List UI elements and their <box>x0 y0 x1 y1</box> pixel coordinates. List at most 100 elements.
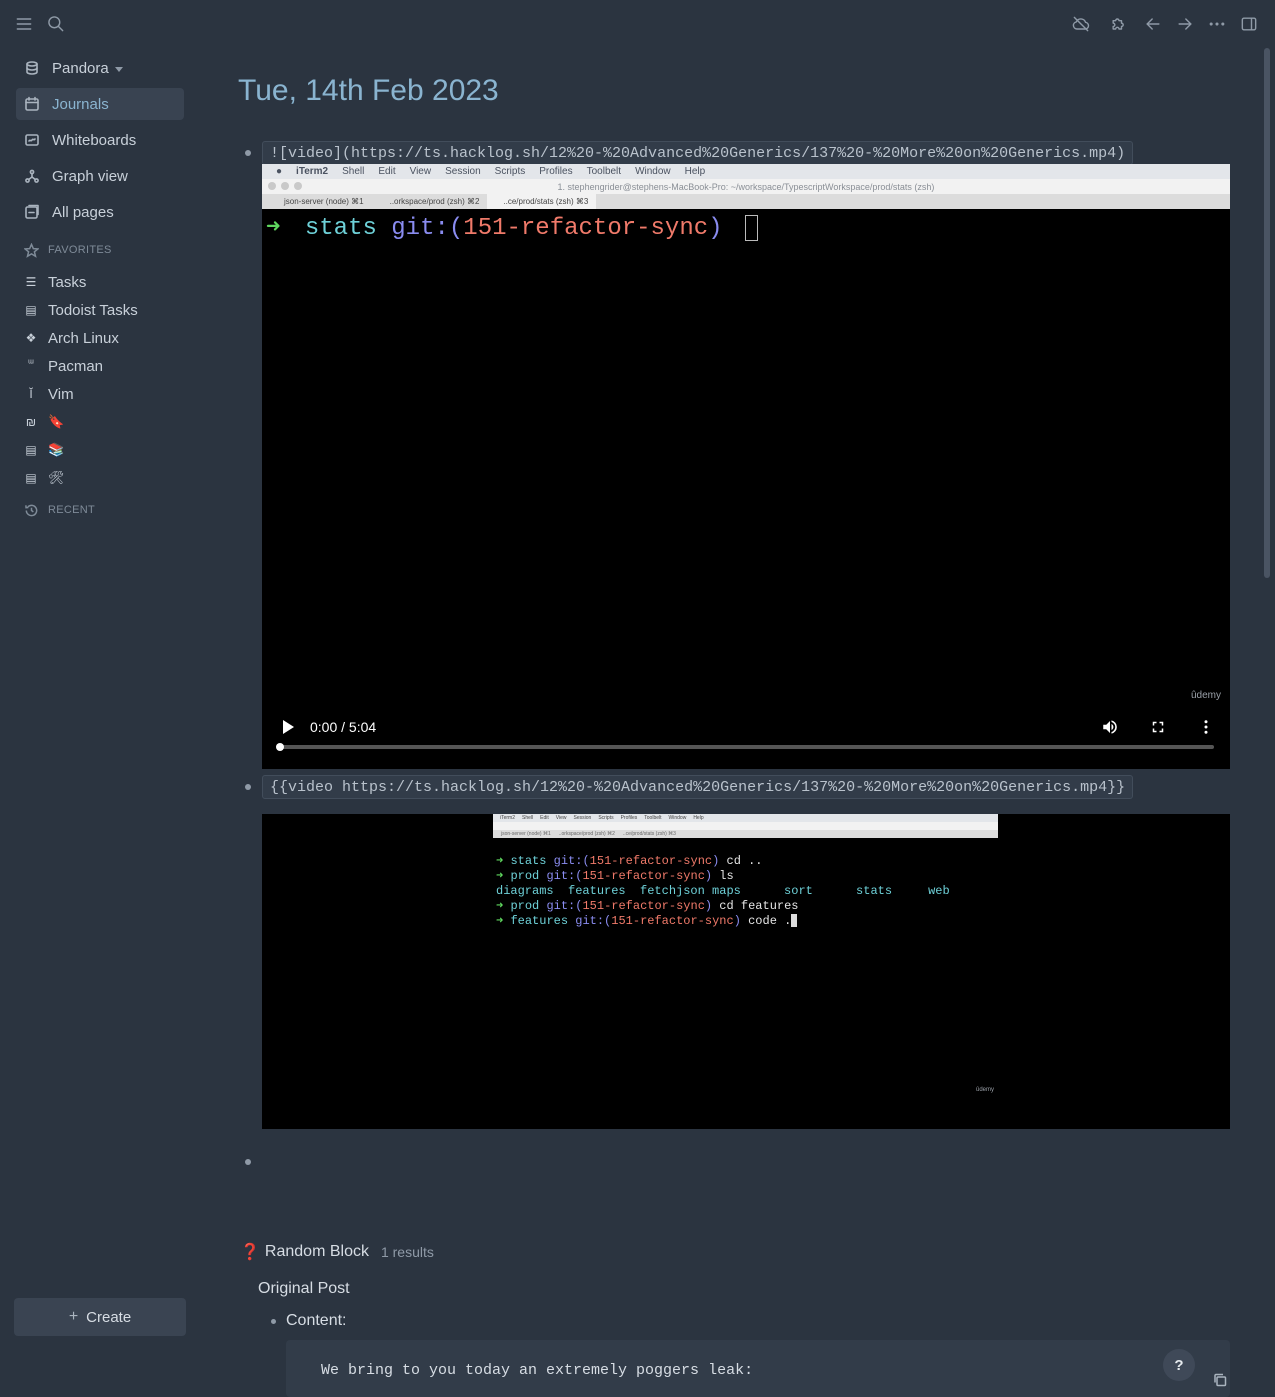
whiteboard-icon <box>24 132 40 148</box>
copy-icon[interactable] <box>1213 1373 1227 1387</box>
menubar-item: View <box>409 166 432 177</box>
video-time: 0:00 / 5:04 <box>310 719 377 735</box>
volume-icon[interactable] <box>1099 716 1121 738</box>
more-icon[interactable] <box>1205 12 1229 36</box>
terminal-command: ls <box>712 869 734 883</box>
puzzle-icon[interactable] <box>1107 12 1131 36</box>
cursor-icon: Ĭ <box>29 387 33 401</box>
nav-whiteboards-label: Whiteboards <box>52 131 137 149</box>
menubar-item: Profiles <box>539 166 573 177</box>
nav-all-pages-label: All pages <box>52 203 114 221</box>
history-icon <box>25 504 38 516</box>
video-player[interactable]: ● iTerm2 Shell Edit View Session Scripts… <box>262 164 1230 769</box>
video-embed[interactable]: iTerm2 Shell Edit View Session Scripts P… <box>262 814 1230 1129</box>
scrollbar[interactable] <box>1264 48 1270 578</box>
terminal-line: ➜ prod git:(151-refactor-sync) cd featur… <box>496 899 799 913</box>
empty-block-bullet[interactable] <box>245 1159 251 1165</box>
block-bullet[interactable] <box>271 1319 276 1324</box>
prompt-branch: 151-refactor-sync <box>463 215 709 242</box>
menubar-item: Profiles <box>620 815 638 821</box>
nav-journals[interactable]: Journals <box>16 88 184 120</box>
prompt-dir: prod <box>510 899 540 913</box>
prompt-dir: stats <box>510 854 547 868</box>
terminal-cursor <box>791 914 798 928</box>
menu-icon[interactable] <box>12 12 36 36</box>
prompt-dir: features <box>510 914 569 928</box>
video-more-icon[interactable] <box>1195 716 1217 738</box>
traffic-lights <box>268 182 307 190</box>
terminal-cursor <box>744 214 758 241</box>
favorite-label: Arch Linux <box>48 329 119 347</box>
prompt-branch: 151-refactor-sync <box>589 854 713 868</box>
favorite-item-pacman[interactable]: ᵚ Pacman <box>16 352 184 380</box>
block-bullet[interactable] <box>245 784 251 790</box>
favorite-item-arch-linux[interactable]: ❖ Arch Linux <box>16 324 184 352</box>
favorite-item-todoist-tasks[interactable]: ▤ Todoist Tasks <box>16 296 184 324</box>
terminal-tab: ..orkspace/prod (zsh) ⌘2 <box>389 197 480 206</box>
favorite-item-tools[interactable]: ▤ 🛠 <box>16 464 184 492</box>
forward-arrow-icon[interactable] <box>1173 12 1197 36</box>
list-icon: ▤ <box>25 471 37 485</box>
terminal-command: code . <box>740 914 792 928</box>
terminal-output: ➜ stats git:(151-refactor-sync) cd .. ➜ p… <box>496 839 950 959</box>
nav-whiteboards[interactable]: Whiteboards <box>16 124 184 156</box>
create-label: Create <box>86 1308 132 1326</box>
nav-journals-label: Journals <box>52 95 109 113</box>
query-result-page-link[interactable]: Original Post <box>258 1280 350 1298</box>
page-title[interactable]: Tue, 14th Feb 2023 <box>238 74 499 108</box>
cloud-off-icon[interactable] <box>1069 12 1093 36</box>
favorite-label: Vim <box>48 385 74 403</box>
nav-graph-view-label: Graph view <box>52 167 128 185</box>
prompt-branch: 151-refactor-sync <box>582 869 705 883</box>
top-bar <box>0 0 1275 48</box>
video-progress-knob[interactable] <box>276 743 284 751</box>
menubar-item: Edit <box>378 166 396 177</box>
favorite-item-books[interactable]: ▤ 📚 <box>16 436 184 464</box>
terminal-tab: json-server (node) ⌘1 <box>501 831 551 837</box>
favorite-label: Tasks <box>48 273 87 291</box>
pages-icon <box>24 204 40 220</box>
prompt-arrow: ➜ <box>496 914 504 928</box>
play-icon[interactable] <box>280 717 296 737</box>
menubar-item: Session <box>573 815 592 821</box>
terminal-tab: json-server (node) ⌘1 <box>284 197 364 206</box>
favorite-item-tasks[interactable]: ☰ Tasks <box>16 268 184 296</box>
ls-output: diagrams features fetchjson maps sort st… <box>496 884 950 898</box>
create-button[interactable]: + Create <box>14 1298 186 1336</box>
inline-code-video-macro[interactable]: {{video https://ts.hacklog.sh/12%20-%20A… <box>262 775 1134 799</box>
favorite-item-vim[interactable]: Ĭ Vim <box>16 380 184 408</box>
right-sidebar-toggle-icon[interactable] <box>1237 12 1261 36</box>
window-title-text: 1. stephengrider@stephens-MacBook-Pro: ~… <box>557 181 935 192</box>
video-controls: 0:00 / 5:04 <box>262 704 1230 769</box>
favorites-title: FAVORITES <box>48 244 112 256</box>
fullscreen-icon[interactable] <box>1147 716 1169 738</box>
block-bullet[interactable] <box>245 150 251 156</box>
terminal-prompt: ➜ stats git:(151-refactor-sync) <box>266 212 758 242</box>
menubar-item: Help <box>684 166 706 177</box>
nav-graph-view[interactable]: Graph view <box>16 160 184 192</box>
terminal-line: ➜ stats git:(151-refactor-sync) cd .. <box>496 854 763 868</box>
database-icon <box>24 60 40 76</box>
nav-all-pages[interactable]: All pages <box>16 196 184 228</box>
search-icon[interactable] <box>44 12 68 36</box>
graph-switcher[interactable]: Pandora <box>16 52 184 84</box>
prompt-dir: stats <box>304 215 377 242</box>
code-block[interactable]: We bring to you today an extremely pogge… <box>286 1340 1230 1397</box>
inline-code-video-markdown[interactable]: ![video](https://ts.hacklog.sh/12%20-%20… <box>262 141 1134 165</box>
terminal-command: cd features <box>712 899 799 913</box>
menubar-item: Toolbelt <box>644 815 662 821</box>
terminal-tab: ..orkspace/prod (zsh) ⌘2 <box>558 831 615 837</box>
favorite-item-bookmark[interactable]: ₪ 🔖 <box>16 408 184 436</box>
udemy-watermark: ûdemy <box>1191 690 1222 701</box>
video-progress-bar[interactable] <box>276 743 1214 751</box>
recent-header[interactable]: RECENT <box>24 500 95 520</box>
favorites-header[interactable]: FAVORITES <box>24 240 112 260</box>
help-button[interactable]: ? <box>1163 1349 1195 1381</box>
prompt-git-close: ) <box>708 215 723 242</box>
terminal-tab: ..ce/prod/stats (zsh) ⌘3 <box>622 831 676 837</box>
graph-name: Pandora <box>52 59 109 77</box>
query-header[interactable]: ❓ Random Block 1 results <box>240 1242 434 1262</box>
recent-title: RECENT <box>48 504 96 516</box>
back-arrow-icon[interactable] <box>1141 12 1165 36</box>
menubar-item: Window <box>635 166 671 177</box>
